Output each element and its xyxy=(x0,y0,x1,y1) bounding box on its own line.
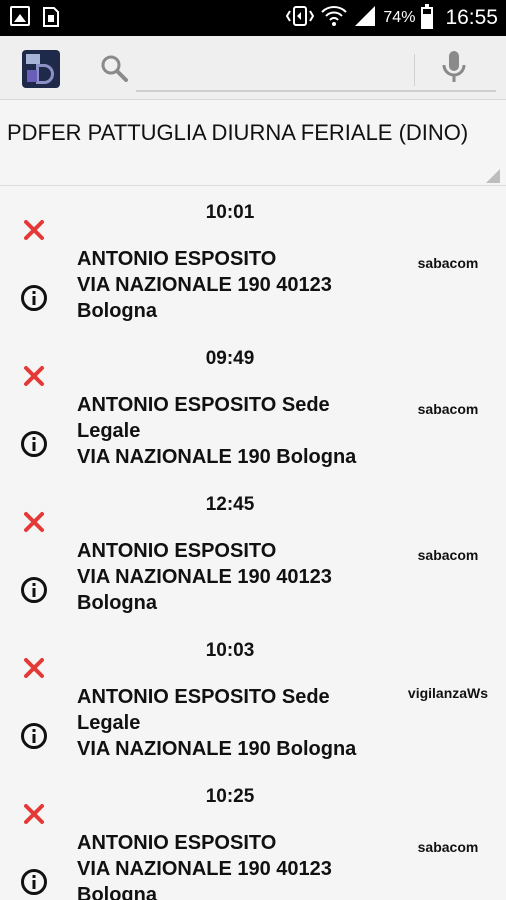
delete-icon[interactable] xyxy=(22,364,46,388)
address-line: Bologna xyxy=(77,884,157,900)
info-icon[interactable] xyxy=(20,722,48,750)
item-address: ANTONIO ESPOSITO VIA NAZIONALE 190 40123… xyxy=(77,246,397,324)
item-source: sabacom xyxy=(417,401,479,417)
delete-icon[interactable] xyxy=(22,218,46,242)
wifi-icon xyxy=(321,5,348,32)
item-time: 10:03 xyxy=(205,640,255,661)
battery-icon xyxy=(421,4,434,29)
item-source: sabacom xyxy=(417,839,479,855)
battery-percent: 74% xyxy=(383,9,416,26)
delete-icon[interactable] xyxy=(22,802,46,826)
route-selector-value: PDFER PATTUGLIA DIURNA FERIALE (DINO) xyxy=(7,120,469,145)
item-address: ANTONIO ESPOSITO VIA NAZIONALE 190 40123… xyxy=(77,538,397,616)
action-bar xyxy=(0,36,506,100)
list-item[interactable]: 10:01 ANTONIO ESPOSITO VIA NAZIONALE 190… xyxy=(0,186,506,332)
signal-icon xyxy=(353,5,377,32)
clock: 16:55 xyxy=(445,6,498,29)
sim-icon xyxy=(42,6,60,33)
address-line: VIA NAZIONALE 190 40123 xyxy=(77,858,332,880)
address-line: VIA NAZIONALE 190 Bologna xyxy=(77,738,357,760)
item-source: sabacom xyxy=(417,547,479,563)
list-item[interactable]: 12:45 ANTONIO ESPOSITO VIA NAZIONALE 190… xyxy=(0,478,506,624)
item-time: 10:01 xyxy=(205,202,255,223)
list-item[interactable]: 10:03 ANTONIO ESPOSITO Sede Legale VIA N… xyxy=(0,624,506,770)
address-line: Legale xyxy=(77,712,141,734)
item-source: sabacom xyxy=(417,255,479,271)
item-address: ANTONIO ESPOSITO VIA NAZIONALE 190 40123… xyxy=(77,830,397,900)
item-time: 12:45 xyxy=(205,494,255,515)
route-selector[interactable]: PDFER PATTUGLIA DIURNA FERIALE (DINO) xyxy=(0,104,506,186)
app-logo-icon[interactable] xyxy=(22,50,60,88)
address-line: VIA NAZIONALE 190 40123 xyxy=(77,274,332,296)
list-item[interactable]: 10:25 ANTONIO ESPOSITO VIA NAZIONALE 190… xyxy=(0,770,506,900)
address-line: ANTONIO ESPOSITO xyxy=(77,248,277,270)
info-icon[interactable] xyxy=(20,576,48,604)
address-line: Legale xyxy=(77,420,141,442)
delete-icon[interactable] xyxy=(22,510,46,534)
address-line: VIA NAZIONALE 190 40123 xyxy=(77,566,332,588)
search-icon[interactable] xyxy=(100,54,128,82)
address-line: VIA NAZIONALE 190 Bologna xyxy=(77,446,357,468)
search-divider xyxy=(414,54,415,86)
mic-icon[interactable] xyxy=(440,50,468,84)
appointment-list: 10:01 ANTONIO ESPOSITO VIA NAZIONALE 190… xyxy=(0,186,506,900)
address-line: ANTONIO ESPOSITO Sede xyxy=(77,394,330,416)
info-icon[interactable] xyxy=(20,430,48,458)
info-icon[interactable] xyxy=(20,284,48,312)
address-line: ANTONIO ESPOSITO Sede xyxy=(77,686,330,708)
address-line: ANTONIO ESPOSITO xyxy=(77,540,277,562)
search-input[interactable] xyxy=(136,48,406,88)
delete-icon[interactable] xyxy=(22,656,46,680)
item-time: 10:25 xyxy=(205,786,255,807)
info-icon[interactable] xyxy=(20,868,48,896)
item-source: vigilanzaWs xyxy=(407,685,489,701)
status-bar: 74% 16:55 xyxy=(0,0,506,36)
item-address: ANTONIO ESPOSITO Sede Legale VIA NAZIONA… xyxy=(77,684,397,762)
dropdown-corner-icon xyxy=(486,169,500,183)
list-item[interactable]: 09:49 ANTONIO ESPOSITO Sede Legale VIA N… xyxy=(0,332,506,478)
address-line: ANTONIO ESPOSITO xyxy=(77,832,277,854)
address-line: Bologna xyxy=(77,592,157,614)
image-icon xyxy=(10,6,30,26)
item-address: ANTONIO ESPOSITO Sede Legale VIA NAZIONA… xyxy=(77,392,397,470)
address-line: Bologna xyxy=(77,300,157,322)
vibrate-icon xyxy=(285,5,315,32)
item-time: 09:49 xyxy=(205,348,255,369)
